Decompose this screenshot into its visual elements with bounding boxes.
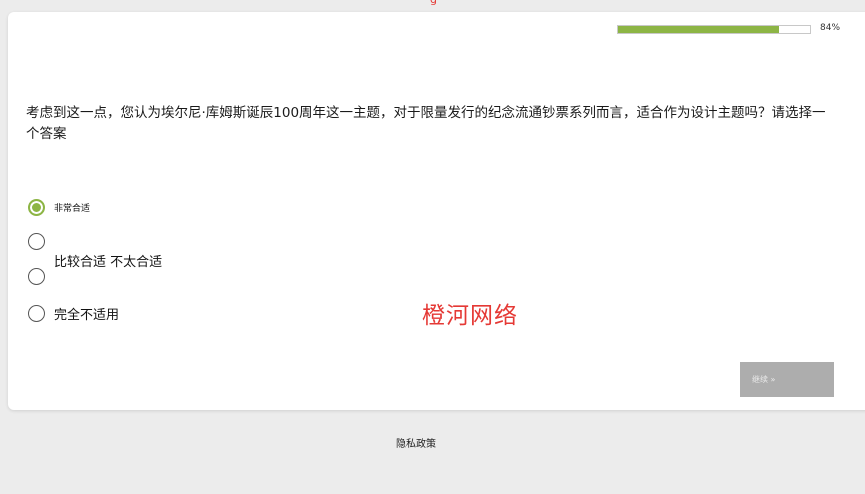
- radio-empty-icon[interactable]: [28, 305, 45, 322]
- progress-bar: [617, 25, 811, 34]
- option-fairly-suitable[interactable]: [28, 233, 45, 250]
- top-mark: g: [430, 0, 437, 6]
- option-very-suitable[interactable]: 非常合适: [28, 199, 90, 216]
- option-not-applicable[interactable]: 完全不适用: [28, 304, 119, 323]
- option-label: 完全不适用: [54, 308, 120, 323]
- survey-card: 84% 考虑到这一点，您认为埃尔尼·库姆斯诞辰100周年这一主题，对于限量发行的…: [8, 12, 865, 410]
- progress-fill: [618, 26, 780, 33]
- continue-button[interactable]: 继续 »: [740, 362, 834, 397]
- radio-empty-icon[interactable]: [28, 233, 45, 250]
- radio-empty-icon[interactable]: [28, 268, 45, 285]
- privacy-policy-link[interactable]: 隐私政策: [396, 435, 436, 450]
- option-label: 非常合适: [54, 204, 91, 214]
- option-labels-merged: 比较合适 不太合适: [54, 255, 163, 270]
- question-text: 考虑到这一点，您认为埃尔尼·库姆斯诞辰100周年这一主题，对于限量发行的纪念流通…: [26, 105, 826, 142]
- watermark: 橙河网络: [422, 303, 518, 329]
- option-not-very-suitable[interactable]: [28, 268, 45, 285]
- progress-percent: 84%: [820, 23, 841, 33]
- radio-selected-icon[interactable]: [28, 199, 45, 216]
